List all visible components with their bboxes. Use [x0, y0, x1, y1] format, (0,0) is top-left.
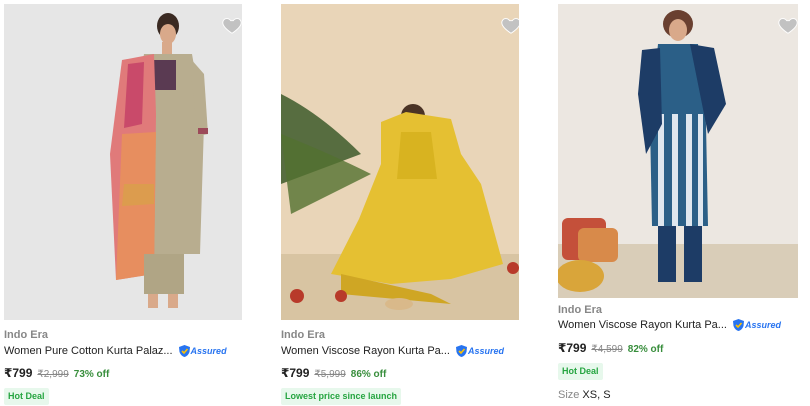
discount-percent: 73% off	[73, 369, 110, 380]
selling-price: ₹799	[281, 366, 310, 380]
assured-badge: Assured	[178, 345, 227, 357]
wishlist-heart-icon[interactable]	[221, 14, 242, 36]
product-image-2[interactable]	[281, 4, 519, 320]
product-card-1[interactable]: Indo Era Women Pure Cotton Kurta Palaz..…	[4, 0, 242, 406]
original-price: ₹2,999	[37, 369, 69, 380]
size-info: Size XS, S	[558, 389, 611, 401]
product-brand: Indo Era	[281, 329, 326, 341]
original-price: ₹5,999	[314, 369, 346, 380]
product-brand: Indo Era	[4, 329, 49, 341]
discount-percent: 86% off	[350, 369, 387, 380]
price-row: ₹799 ₹2,999 73% off	[4, 366, 109, 380]
product-card-2[interactable]: Indo Era Women Viscose Rayon Kurta Pa...…	[281, 0, 519, 406]
product-image-3[interactable]	[558, 4, 798, 298]
size-values: XS, S	[582, 389, 611, 401]
product-image-1[interactable]	[4, 4, 242, 320]
price-row: ₹799 ₹4,599 82% off	[558, 341, 663, 355]
size-label: Size	[558, 389, 580, 401]
assured-label: Assured	[744, 320, 781, 330]
price-row: ₹799 ₹5,999 86% off	[281, 366, 386, 380]
product-card-3[interactable]: Indo Era Women Viscose Rayon Kurta Pa...…	[558, 0, 798, 406]
product-title-text[interactable]: Women Pure Cotton Kurta Palaz...	[4, 345, 173, 357]
product-title[interactable]: Women Pure Cotton Kurta Palaz... Assured	[4, 345, 227, 357]
product-title[interactable]: Women Viscose Rayon Kurta Pa... Assured	[281, 345, 504, 357]
discount-percent: 82% off	[627, 344, 664, 355]
wishlist-heart-icon[interactable]	[500, 14, 519, 36]
assured-badge: Assured	[455, 345, 504, 357]
selling-price: ₹799	[558, 341, 587, 355]
shield-icon	[455, 345, 467, 357]
wishlist-heart-icon[interactable]	[777, 14, 798, 36]
product-brand: Indo Era	[558, 304, 603, 316]
assured-label: Assured	[190, 346, 227, 356]
product-title-text[interactable]: Women Viscose Rayon Kurta Pa...	[281, 345, 450, 357]
assured-badge: Assured	[732, 319, 781, 331]
shield-icon	[178, 345, 190, 357]
assured-label: Assured	[467, 346, 504, 356]
selling-price: ₹799	[4, 366, 33, 380]
original-price: ₹4,599	[591, 344, 623, 355]
shield-icon	[732, 319, 744, 331]
deal-badge: Hot Deal	[558, 363, 603, 380]
deal-badge: Lowest price since launch	[281, 388, 402, 405]
product-title-text[interactable]: Women Viscose Rayon Kurta Pa...	[558, 319, 727, 331]
deal-badge: Hot Deal	[4, 388, 49, 405]
product-title[interactable]: Women Viscose Rayon Kurta Pa... Assured	[558, 319, 781, 331]
